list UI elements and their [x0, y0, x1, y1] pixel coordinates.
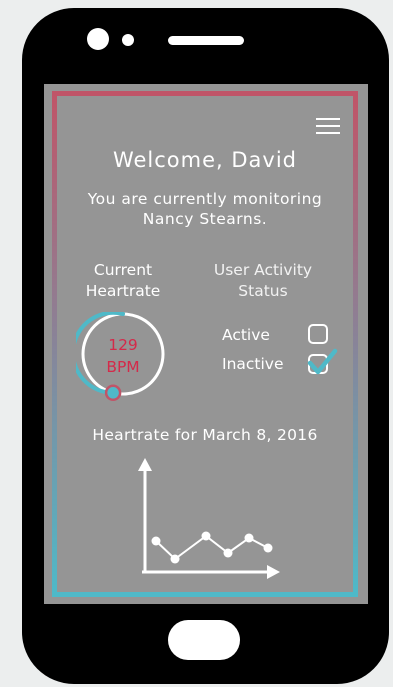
heartrate-graph — [138, 458, 280, 579]
monitoring-line-2: Nancy Stearns. — [142, 210, 268, 228]
speaker-grille — [168, 36, 244, 45]
active-label: Active — [222, 326, 270, 344]
heartrate-label-line-2: Heartrate — [85, 282, 161, 300]
sensor — [122, 34, 134, 46]
home-button[interactable] — [168, 620, 240, 660]
activity-status-label: User Activity Status — [208, 260, 318, 302]
graph-point — [244, 533, 254, 543]
graph-point — [151, 536, 161, 546]
front-camera — [87, 28, 109, 50]
hamburger-menu-icon[interactable] — [316, 118, 340, 134]
heartrate-label-line-1: Current — [93, 261, 153, 279]
graph-point — [201, 531, 211, 541]
activity-label-line-2: Status — [238, 282, 288, 300]
monitoring-line-1: You are currently monitoring — [87, 190, 323, 208]
checkmark-icon — [307, 348, 338, 375]
graph-title: Heartrate for March 8, 2016 — [92, 426, 318, 444]
graph-y-arrow — [138, 458, 152, 471]
bpm-unit: BPM — [106, 358, 140, 376]
graph-point — [170, 554, 180, 564]
monitoring-text: You are currently monitoring Nancy Stear… — [60, 189, 350, 229]
bpm-value: 129 — [108, 336, 138, 354]
welcome-heading: Welcome, David — [112, 148, 298, 172]
heartrate-label: Current Heartrate — [70, 260, 176, 302]
gauge-knob — [104, 384, 122, 402]
activity-label-line-1: User Activity — [213, 261, 313, 279]
inactive-label: Inactive — [222, 355, 284, 373]
bpm-readout: 129 BPM — [78, 334, 168, 378]
active-checkbox[interactable] — [308, 324, 328, 344]
graph-point — [263, 543, 273, 553]
graph-x-arrow — [267, 565, 280, 579]
graph-point — [223, 548, 233, 558]
